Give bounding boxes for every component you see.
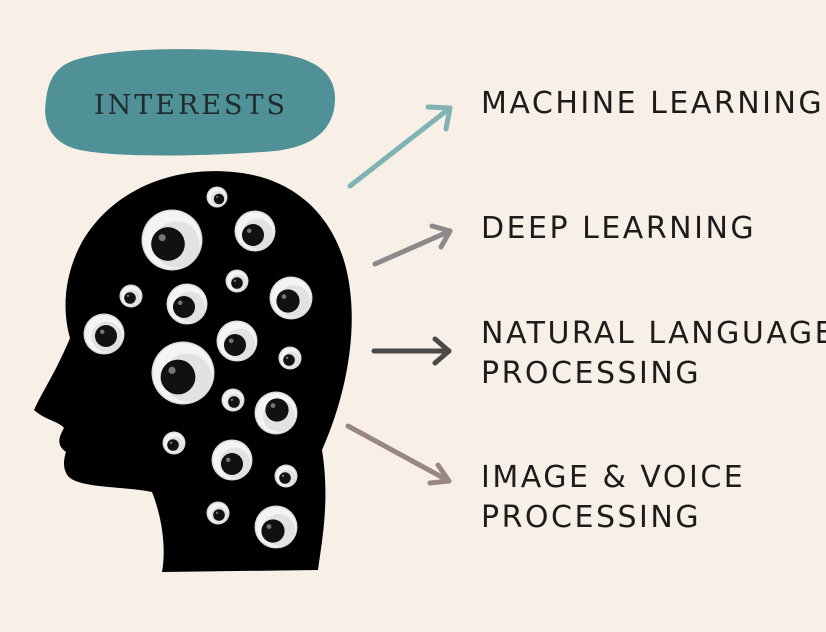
- googly-eye: [119, 284, 143, 308]
- googly-eye: [141, 209, 203, 271]
- interest-line: MACHINE LEARNING: [481, 86, 825, 121]
- googly-eye: [216, 320, 258, 362]
- googly-eye: [211, 439, 253, 481]
- googly-eye: [221, 388, 245, 412]
- googly-eye: [225, 269, 249, 293]
- arrow-to-natural-language-processing: [371, 336, 452, 366]
- interest-line: PROCESSING: [481, 356, 702, 391]
- googly-eye: [254, 391, 298, 435]
- googly-eye: [162, 431, 186, 455]
- arrow-to-deep-learning: [372, 223, 453, 267]
- interest-deep-learning: DEEP LEARNING: [481, 209, 756, 249]
- googly-eye: [254, 505, 298, 549]
- arrow-to-machine-learning: [347, 104, 453, 189]
- googly-eye: [206, 501, 230, 525]
- interest-machine-learning: MACHINE LEARNING: [481, 84, 824, 124]
- googly-eye: [151, 341, 215, 405]
- interest-line: NATURAL LANGUAGE: [481, 316, 826, 351]
- interest-natural-language-processing: NATURAL LANGUAGE PROCESSING: [481, 314, 826, 394]
- interest-line: IMAGE & VOICE: [481, 460, 746, 495]
- googly-eye: [166, 283, 208, 325]
- interest-line: DEEP LEARNING: [481, 211, 757, 246]
- googly-eye: [269, 276, 313, 320]
- interest-line: PROCESSING: [481, 500, 702, 535]
- googly-eye: [274, 464, 298, 488]
- googly-eye: [234, 210, 276, 252]
- arrow-to-image-voice-processing: [345, 423, 452, 486]
- googly-eye: [278, 346, 302, 370]
- googly-eye: [83, 313, 125, 355]
- interest-image-voice-processing: IMAGE & VOICE PROCESSING: [481, 458, 745, 538]
- title-text: INTERESTS: [94, 90, 288, 121]
- googly-eye: [206, 186, 228, 208]
- title-badge: INTERESTS: [45, 49, 336, 156]
